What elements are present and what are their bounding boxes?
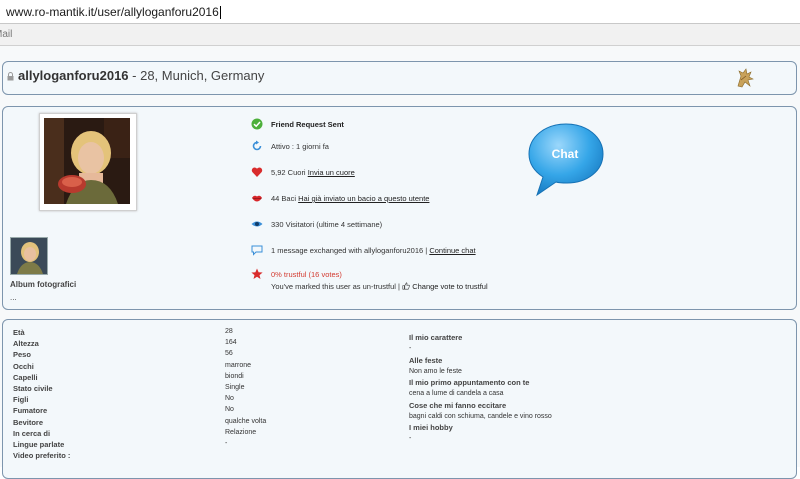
about-label: Il mio carattere	[409, 333, 463, 342]
eye-icon	[251, 221, 263, 227]
marked-untrustful-text: You've marked this user as un-trustful |	[271, 282, 403, 291]
bookmarks-toolbar: Mail	[0, 24, 800, 46]
album-label[interactable]: Album fotografici	[10, 280, 76, 289]
detail-value: 164	[225, 339, 237, 347]
bookmark-mail[interactable]: Mail	[0, 29, 12, 40]
about-label: Alle feste	[409, 355, 443, 365]
profile-details: Età 28 Altezza 164 Peso 56 Occhi marrone Capelli…	[2, 319, 797, 479]
kiss-sent-link[interactable]: Hai già inviato un bacio a questo utente	[298, 194, 429, 203]
address-url[interactable]: www.ro-mantik.it/user/allyloganforu2016	[6, 5, 221, 20]
friend-request-status: Friend Request Sent	[271, 120, 344, 129]
detail-value: No	[225, 406, 234, 414]
chat-label: Chat	[552, 147, 579, 161]
continue-chat-link[interactable]: Continue chat	[429, 246, 475, 255]
messages-count: 1 message exchanged with allyloganforu20…	[271, 246, 430, 255]
album-dash: ...	[10, 293, 17, 302]
change-vote-link[interactable]: Change vote to trustful	[412, 282, 487, 291]
detail-value: No	[225, 395, 234, 403]
lion-logo-icon	[737, 68, 754, 88]
profile-header: allyloganforu2016 - 28, Munich, Germany	[2, 61, 797, 95]
about-value: -	[409, 345, 412, 352]
detail-label: Capelli	[13, 372, 38, 382]
detail-value: qualche volta	[225, 417, 267, 425]
hearts-count: 5,92 Cuori	[271, 168, 308, 177]
message-bubble-icon	[251, 245, 263, 256]
profile-photo[interactable]	[44, 118, 130, 204]
detail-label: Occhi	[13, 361, 34, 371]
detail-label: Video preferito :	[13, 451, 71, 461]
detail-value: 56	[225, 350, 233, 358]
detail-label: Fumatore	[13, 406, 48, 416]
detail-value: -	[225, 440, 228, 447]
user-subtitle: - 28, Munich, Germany	[128, 68, 265, 83]
star-icon	[251, 268, 263, 279]
detail-label: In cerca di	[13, 428, 51, 438]
lips-icon	[252, 195, 262, 202]
detail-value: biondi	[225, 372, 244, 380]
refresh-arrow-icon	[252, 140, 262, 151]
active-status: Attivo : 1 giorni fa	[271, 142, 329, 151]
detail-value: Single	[225, 384, 245, 391]
detail-value: Relazione	[225, 428, 257, 436]
detail-value: marrone	[225, 361, 252, 369]
chat-button[interactable]: Chat	[523, 121, 613, 201]
about-label: Cose che mi fanno eccitare	[409, 400, 507, 410]
page-content: allyloganforu2016 - 28, Munich, Germany	[0, 46, 800, 479]
page-title: allyloganforu2016 - 28, Munich, Germany	[18, 68, 264, 83]
detail-label: Lingue parlate	[13, 440, 65, 449]
check-circle-icon	[251, 118, 263, 130]
send-heart-link[interactable]: Invia un cuore	[308, 168, 355, 177]
about-label: I miei hobby	[409, 423, 453, 432]
about-value: bagni caldi con schiuma, candele e vino …	[409, 412, 552, 420]
trust-score: 0% trustful (16 votes)	[271, 270, 342, 279]
detail-label: Stato civile	[13, 384, 53, 393]
text-caret	[219, 6, 221, 20]
thumbs-up-icon	[402, 282, 410, 290]
address-bar[interactable]: www.ro-mantik.it/user/allyloganforu2016	[0, 0, 800, 24]
detail-label: Figli	[13, 395, 29, 405]
profile-photo-frame[interactable]	[39, 113, 137, 211]
profile-card: Album fotografici ... Friend Request Sen…	[2, 106, 797, 310]
detail-label: Altezza	[13, 339, 39, 349]
detail-label: Età	[13, 328, 25, 337]
kisses-count: 44 Baci	[271, 194, 299, 203]
album-thumbnail[interactable]	[10, 237, 48, 275]
about-value: Non amo le feste	[409, 367, 462, 375]
about-value: -	[409, 435, 412, 442]
detail-label: Peso	[13, 350, 31, 360]
about-label: Il mio primo appuntamento con te	[409, 378, 530, 387]
visitors-count: 330 Visitatori (ultime 4 settimane)	[271, 220, 383, 229]
heart-icon	[251, 167, 263, 177]
lock-icon	[7, 72, 14, 81]
detail-label: Bevitore	[13, 417, 44, 427]
detail-value: 28	[225, 328, 233, 335]
username: allyloganforu2016	[18, 68, 129, 83]
about-value: cena a lume di candela a casa	[409, 390, 504, 397]
